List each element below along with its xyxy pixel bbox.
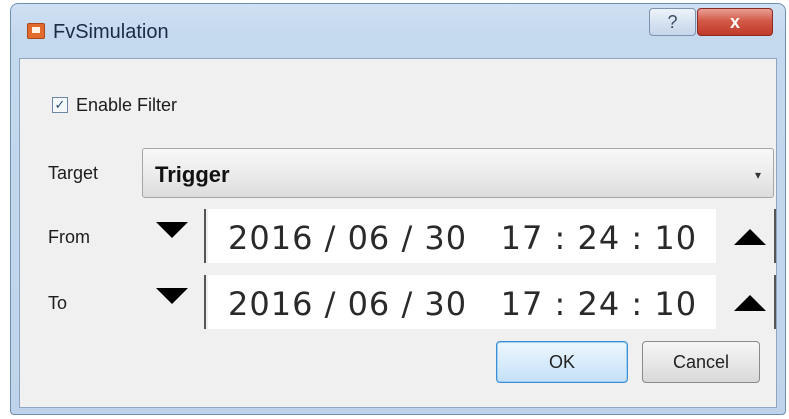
enable-filter-label[interactable]: Enable Filter bbox=[76, 95, 177, 116]
app-icon bbox=[27, 23, 45, 39]
from-datetime-input[interactable]: 2016 / 06 / 30 17 : 24 : 10 bbox=[208, 209, 716, 263]
window-title: FvSimulation bbox=[53, 21, 169, 43]
from-increment-icon[interactable] bbox=[734, 229, 766, 245]
from-datetime-field: 2016 / 06 / 30 17 : 24 : 10 bbox=[140, 209, 776, 263]
title-bar[interactable]: FvSimulation ? x bbox=[11, 4, 785, 58]
chevron-down-icon: ▾ bbox=[754, 168, 761, 182]
from-right-divider bbox=[774, 209, 776, 263]
close-button[interactable]: x bbox=[697, 8, 773, 36]
to-left-divider bbox=[204, 275, 206, 329]
cancel-button[interactable]: Cancel bbox=[642, 341, 760, 383]
to-label: To bbox=[48, 293, 68, 313]
from-left-divider bbox=[204, 209, 206, 263]
from-decrement-icon[interactable] bbox=[156, 222, 188, 238]
target-selected-value: Trigger bbox=[155, 162, 230, 187]
dialog-body: ✓ Enable Filter Target Trigger ▾ From 20… bbox=[19, 58, 777, 408]
from-label: From bbox=[48, 227, 90, 247]
target-label: Target bbox=[48, 163, 99, 183]
to-decrement-icon[interactable] bbox=[156, 288, 188, 304]
to-right-divider bbox=[774, 275, 776, 329]
help-button[interactable]: ? bbox=[649, 8, 696, 36]
target-dropdown[interactable]: Trigger ▾ bbox=[142, 148, 774, 198]
enable-filter-checkbox[interactable]: ✓ bbox=[52, 97, 68, 113]
from-datetime-value: 2016 / 06 / 30 17 : 24 : 10 bbox=[228, 219, 698, 257]
to-datetime-field: 2016 / 06 / 30 17 : 24 : 10 bbox=[140, 275, 776, 329]
to-increment-icon[interactable] bbox=[734, 295, 766, 311]
to-datetime-input[interactable]: 2016 / 06 / 30 17 : 24 : 10 bbox=[208, 275, 716, 329]
dialog-window: FvSimulation ? x ✓ Enable Filter Target … bbox=[10, 3, 786, 415]
to-datetime-value: 2016 / 06 / 30 17 : 24 : 10 bbox=[228, 285, 698, 323]
ok-button[interactable]: OK bbox=[496, 341, 628, 383]
